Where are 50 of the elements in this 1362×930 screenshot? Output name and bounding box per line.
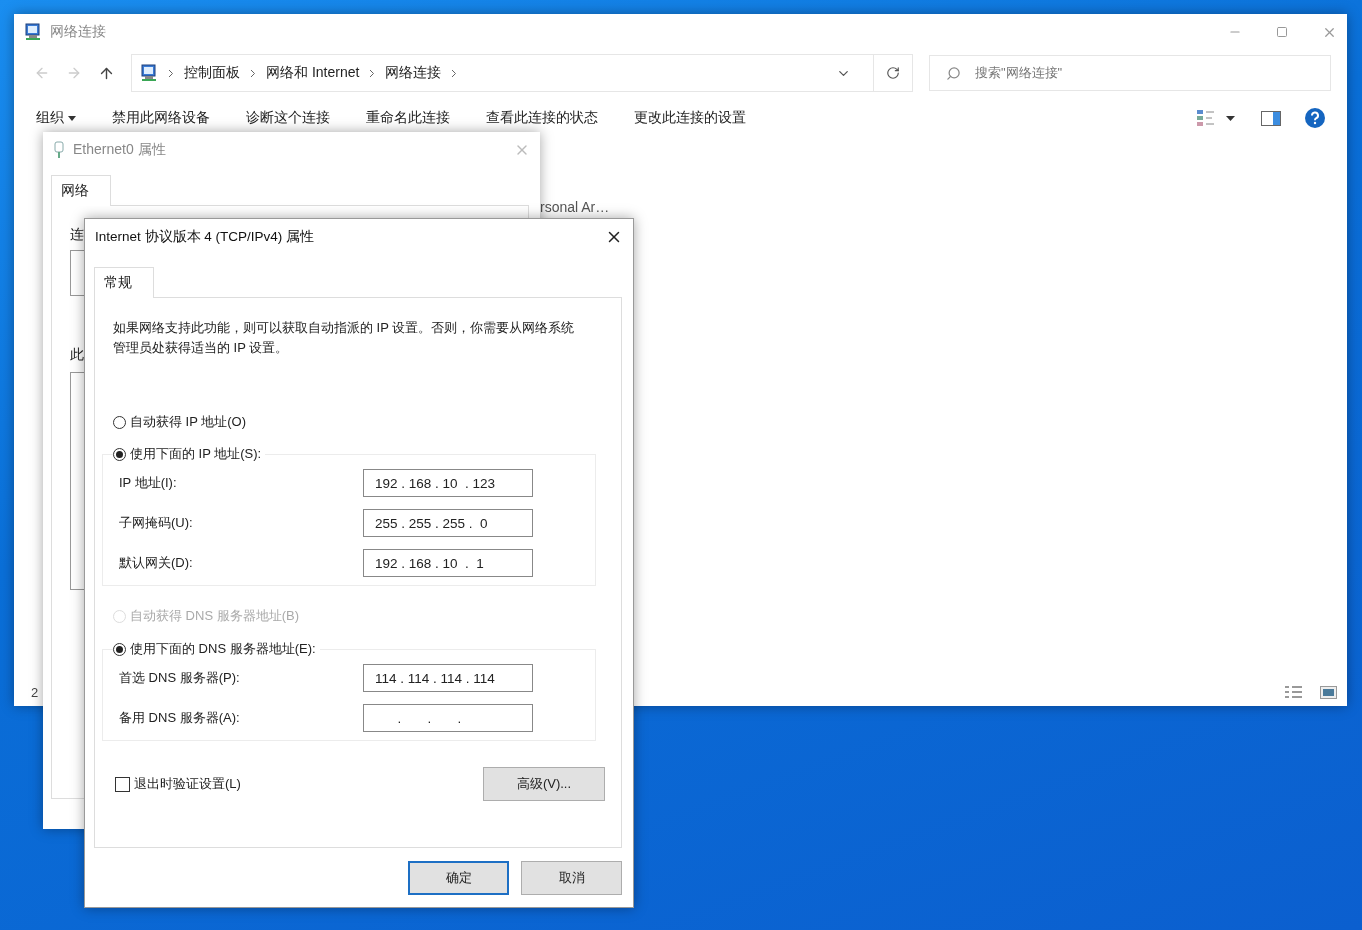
dialog-button[interactable]: 取消: [521, 861, 622, 895]
dialog-button[interactable]: 确定: [408, 861, 509, 895]
chevron-right-icon: [451, 68, 458, 78]
breadcrumb-item[interactable]: 网络和 Internet: [266, 64, 360, 82]
toolbar-command[interactable]: 更改此连接的设置: [634, 109, 746, 127]
network-computer-icon: [140, 64, 158, 82]
window-title: 网络连接: [50, 23, 107, 41]
details-view-icon[interactable]: [1284, 685, 1304, 699]
view-options-icon[interactable]: [1196, 109, 1216, 127]
toolbar-command[interactable]: 诊断这个连接: [246, 109, 330, 127]
toolbar-command[interactable]: 查看此连接的状态: [486, 109, 598, 127]
caret-icon[interactable]: [1226, 115, 1235, 121]
caret-icon: [68, 115, 76, 121]
chevron-right-icon: [168, 68, 174, 78]
ip-address-field[interactable]: . . .: [363, 704, 533, 732]
chevron-right-icon: [369, 68, 376, 78]
field-label: 默认网关(D):: [119, 554, 193, 572]
ip-address-field[interactable]: 114 . 114 . 114 . 114: [363, 664, 533, 692]
tab[interactable]: 网络: [51, 175, 111, 206]
toolbar-menu[interactable]: 组织: [36, 109, 76, 127]
field-label: IP 地址(I):: [119, 474, 177, 492]
breadcrumb-item[interactable]: 控制面板: [184, 64, 240, 82]
field-label: 子网掩码(U):: [119, 514, 193, 532]
ip-address-field[interactable]: 192 . 168 . 10 . 123: [363, 469, 533, 497]
section-label: 此: [70, 346, 84, 364]
maximize-icon[interactable]: [1276, 26, 1288, 38]
chevron-right-icon: [250, 68, 256, 78]
item-count: 2: [31, 684, 40, 700]
window-title: Ethernet0 属性: [73, 141, 167, 159]
field-label: 首选 DNS 服务器(P):: [119, 669, 240, 687]
description-text: 如果网络支持此功能，则可以获取自动指派的 IP 设置。否则，你需要从网络系统管理员处获得适当的 IP 设置。: [113, 319, 576, 357]
tab[interactable]: 常规: [94, 267, 154, 298]
search-icon: [946, 65, 961, 81]
ip-address-field[interactable]: 255 . 255 . 255 . 0: [363, 509, 533, 537]
ip-address-field[interactable]: 192 . 168 . 10 . 1: [363, 549, 533, 577]
toolbar-command[interactable]: 重命名此连接: [366, 109, 450, 127]
search-field[interactable]: 搜索"网络连接": [929, 55, 1331, 91]
field-label: 备用 DNS 服务器(A):: [119, 709, 240, 727]
tiles-view-icon[interactable]: [1320, 685, 1337, 699]
breadcrumb-item[interactable]: 网络连接: [385, 64, 442, 82]
connection-name: rsonal Ar…: [540, 199, 610, 215]
section-label: 连: [70, 226, 84, 244]
preview-pane-icon[interactable]: [1261, 110, 1281, 126]
ethernet-plug-icon: [53, 141, 65, 159]
address-bar[interactable]: 控制面板 网络和 Internet 网络连接: [131, 54, 913, 92]
advanced-button[interactable]: 高级(V)...: [483, 767, 605, 801]
window-title: Internet 协议版本 4 (TCP/IPv4) 属性: [95, 228, 316, 246]
toolbar-command[interactable]: 禁用此网络设备: [112, 109, 210, 127]
help-icon[interactable]: [1305, 108, 1325, 128]
network-computer-icon: [24, 23, 42, 41]
